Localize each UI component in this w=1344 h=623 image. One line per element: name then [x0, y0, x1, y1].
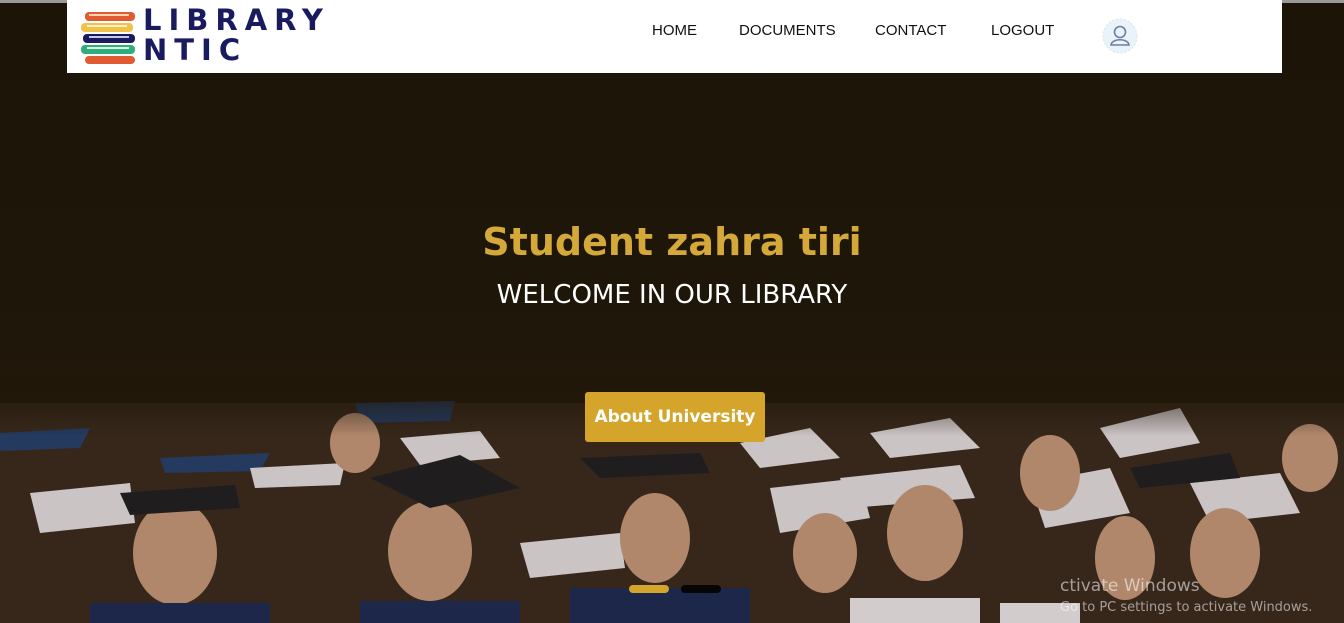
watermark-title: ctivate Windows — [1060, 576, 1200, 596]
logo-text-library: LIBRARY — [143, 3, 330, 37]
nav-logout-link[interactable]: LOGOUT — [991, 22, 1054, 39]
nav-documents-link[interactable]: DOCUMENTS — [739, 22, 836, 39]
books-stack-icon — [81, 12, 135, 64]
activate-windows-watermark: ctivate Windows Go to PC settings to act… — [1060, 576, 1312, 615]
nav-contact-link[interactable]: CONTACT — [875, 22, 946, 39]
site-logo[interactable]: LIBRARY NTIC — [81, 5, 323, 67]
hero-subtitle: WELCOME IN OUR LIBRARY — [496, 280, 848, 310]
hero-banner — [0, 3, 1344, 623]
navbar: LIBRARY NTIC HOME DOCUMENTS CONTACT LOGO… — [67, 0, 1282, 73]
hero-title: Student zahra tiri — [482, 220, 862, 264]
nav-home-link[interactable]: HOME — [652, 22, 697, 39]
logo-text-ntic: NTIC — [143, 33, 248, 67]
user-avatar-icon[interactable] — [1102, 18, 1138, 54]
carousel-indicator-2[interactable] — [681, 585, 721, 593]
watermark-subtitle: Go to PC settings to activate Windows. — [1060, 600, 1313, 615]
carousel-indicator-1[interactable] — [629, 585, 669, 593]
about-university-button[interactable]: About University — [585, 392, 765, 442]
